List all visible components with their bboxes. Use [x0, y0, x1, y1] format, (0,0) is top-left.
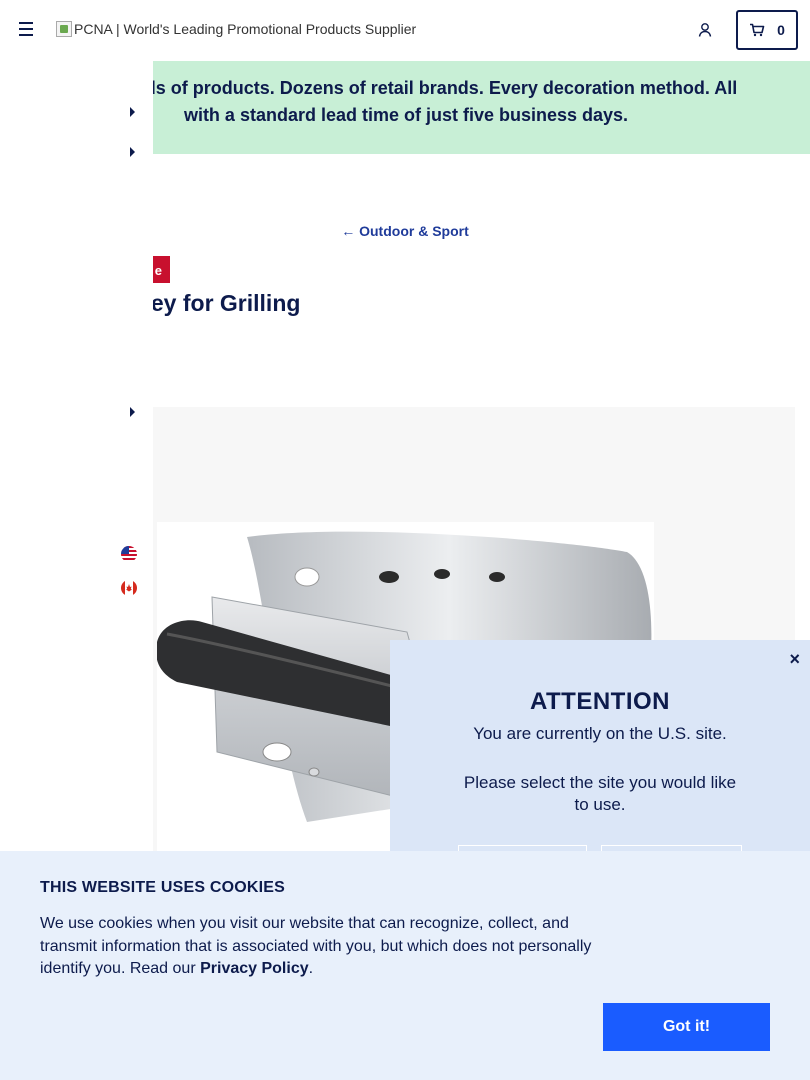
cookie-body: We use cookies when you visit our websit…	[40, 913, 610, 981]
chevron-right-icon[interactable]	[130, 107, 135, 117]
site-select-modal: × ATTENTION You are currently on the U.S…	[390, 640, 810, 880]
cookie-body-period: .	[308, 960, 314, 977]
privacy-policy-link[interactable]: Privacy Policy	[200, 960, 309, 977]
us-flag-icon[interactable]	[121, 546, 137, 562]
canada-flag-icon[interactable]	[121, 580, 137, 596]
cart-button[interactable]: 0	[736, 10, 798, 50]
modal-message: You are currently on the U.S. site.	[473, 724, 727, 743]
modal-prompt: Please select the site you would like to…	[463, 773, 737, 814]
broken-image-icon	[56, 21, 72, 37]
site-header: PCNA | World's Leading Promotional Produ…	[0, 0, 810, 61]
cart-count: 0	[777, 22, 785, 38]
chevron-right-icon[interactable]	[130, 147, 135, 157]
chevron-right-icon[interactable]	[130, 407, 135, 417]
announcement-line-1: usands of products. Dozens of retail bra…	[102, 78, 738, 98]
close-icon[interactable]: ×	[789, 649, 800, 670]
cookie-body-text: We use cookies when you visit our websit…	[40, 915, 592, 977]
accept-cookies-button[interactable]: Got it!	[603, 1003, 770, 1051]
cookie-heading: THIS WEBSITE USES COOKIES	[40, 879, 286, 896]
modal-title: ATTENTION	[529, 688, 671, 715]
account-icon[interactable]	[697, 22, 713, 38]
page: PCNA | World's Leading Promotional Produ…	[0, 0, 810, 1080]
breadcrumb-label: Outdoor & Sport	[359, 223, 469, 239]
site-logo[interactable]: PCNA | World's Leading Promotional Produ…	[56, 21, 416, 37]
logo-alt-text: PCNA | World's Leading Promotional Produ…	[74, 21, 417, 37]
cart-icon	[750, 23, 765, 37]
cookie-banner: THIS WEBSITE USES COOKIES We use cookies…	[0, 851, 810, 1080]
menu-icon[interactable]	[19, 22, 37, 38]
breadcrumb-link-outdoor-sport[interactable]: ← Outdoor & Sport	[341, 223, 469, 239]
arrow-left-icon: ←	[341, 223, 356, 239]
